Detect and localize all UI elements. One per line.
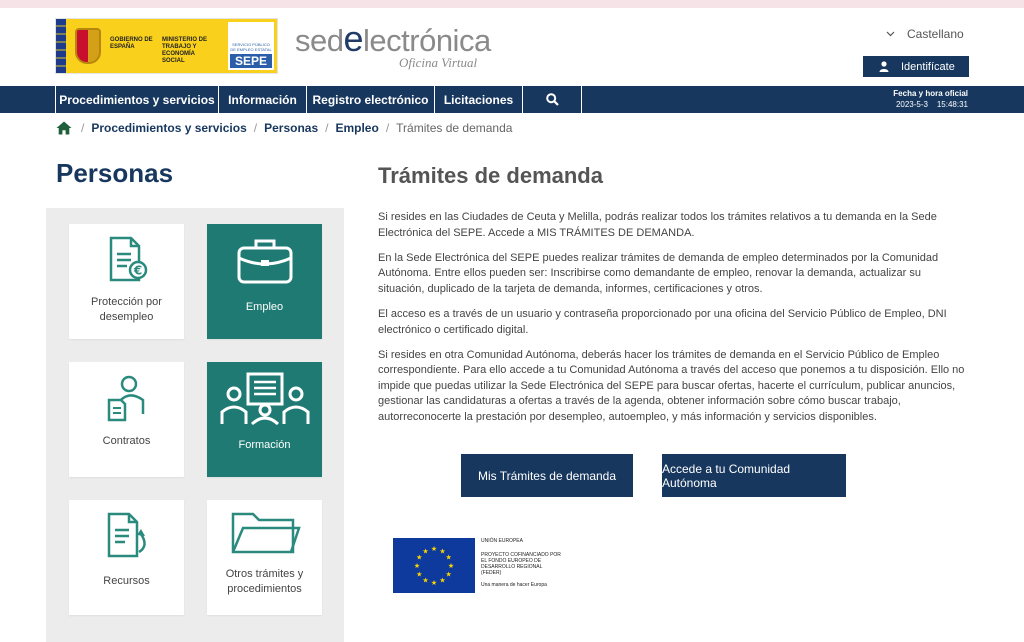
search-icon [545, 93, 559, 106]
sepe-logo: SERVICIO PÚBLICO DE EMPLEO ESTATAL SEPE [228, 22, 274, 70]
nav-item-registro[interactable]: Registro electrónico [306, 86, 434, 113]
card-otros-tramites[interactable]: Otros trámites y procedimientos [207, 500, 322, 615]
category-grid: € Protección por desempleo Empleo Contra… [46, 208, 344, 642]
eu-feder-logo: ★ ★ ★ ★ ★ ★ ★ ★ ★ ★ ★ ★ UNIÓN EUROPEA PROYECTO COFI… [393, 538, 561, 593]
eu-star-icon: ★ [416, 571, 422, 579]
site-header: GOBIERNO DE ESPAÑA MINISTERIO DE TRABAJO… [0, 8, 1024, 86]
paragraph: En la Sede Electrónica del SEPE puedes r… [378, 251, 939, 295]
sepe-small-text: SERVICIO PÚBLICO DE EMPLEO ESTATAL [230, 42, 272, 52]
eu-line1: UNIÓN EUROPEA [481, 538, 523, 544]
eu-text: UNIÓN EUROPEA PROYECTO COFINANCIADO POR … [481, 538, 561, 588]
datetime-label: Fecha y hora oficial [893, 89, 968, 98]
sede-subtitle: Oficina Virtual [399, 55, 478, 70]
classroom-icon [220, 372, 309, 426]
card-recursos[interactable]: Recursos [69, 500, 184, 615]
eu-line3: Una manera de hacer Europa [481, 582, 547, 588]
eu-star-icon: ★ [439, 577, 445, 585]
login-label: Identifícate [901, 60, 955, 73]
eu-star-icon: ★ [431, 579, 437, 587]
datetime-value: 2023-5-3 15:48:31 [895, 100, 968, 109]
card-label: Recursos [103, 575, 150, 587]
card-formacion[interactable]: Formación [207, 362, 322, 477]
eu-star-icon: ★ [422, 547, 428, 555]
card-empleo[interactable]: Empleo [207, 224, 322, 339]
paragraph: El acceso es a través de un usuario y co… [378, 307, 947, 336]
nav-item-procedimientos[interactable]: Procedimientos y servicios [55, 86, 218, 113]
coat-of-arms-icon [66, 19, 110, 73]
paragraph: Si resides en otra Comunidad Autónoma, d… [378, 348, 965, 424]
eu-line2: PROYECTO COFINANCIADO POR EL FONDO EUROP… [481, 552, 561, 576]
section-title: Personas [56, 158, 174, 188]
login-button[interactable]: Identifícate [863, 56, 969, 77]
card-label: Otros trámites y procedimientos [225, 568, 304, 595]
language-selector[interactable]: Castellano [886, 27, 964, 41]
nav-items: Procedimientos y servicios Información R… [55, 86, 582, 113]
nav-item-informacion[interactable]: Información [218, 86, 306, 113]
person-document-icon [107, 375, 144, 422]
eu-star-icon: ★ [431, 545, 437, 553]
card-label: Contratos [102, 435, 151, 447]
breadcrumb-separator: / [325, 121, 329, 135]
nav-search-button[interactable] [522, 86, 582, 113]
home-icon[interactable] [56, 121, 72, 135]
breadcrumb-current: Trámites de demanda [396, 121, 513, 135]
main-nav: Procedimientos y servicios Información R… [0, 86, 1024, 113]
sepe-mark: SEPE [230, 54, 272, 68]
paragraph: Si resides en las Ciudades de Ceuta y Me… [378, 211, 937, 239]
breadcrumb-link-personas[interactable]: Personas [264, 121, 318, 135]
comunidad-autonoma-button[interactable]: Accede a tu Comunidad Autónoma [662, 454, 846, 497]
breadcrumb-separator: / [385, 121, 390, 135]
sede-title: sedelectrónica [295, 18, 491, 59]
document-arrow-icon [107, 512, 146, 558]
breadcrumb: / Procedimientos y servicios / Personas … [56, 121, 512, 135]
breadcrumb-separator: / [253, 121, 258, 135]
card-label: Empleo [245, 301, 284, 313]
eu-stars: ★ ★★★★★★★★★★★ [414, 545, 454, 587]
card-label: Protección por desempleo [91, 296, 162, 323]
breadcrumb-link-empleo[interactable]: Empleo [335, 121, 378, 135]
mis-tramites-button[interactable]: Mis Trámites de demanda [461, 454, 633, 497]
card-proteccion-desempleo[interactable]: € Protección por desempleo [69, 224, 184, 339]
ministry-text: MINISTERIO DE TRABAJO Y ECONOMÍA SOCIAL [162, 37, 208, 64]
page-title: Trámites de demanda [378, 163, 603, 188]
eu-star-icon: ★ [448, 562, 454, 570]
eu-star-icon: ★ [446, 554, 452, 562]
sede-electronica-logo[interactable]: sedelectrónica Oficina Virtual [295, 18, 491, 72]
breadcrumb-separator: / [81, 121, 85, 135]
language-label: Castellano [907, 27, 964, 41]
chevron-down-icon [886, 31, 895, 37]
document-euro-icon: € [109, 236, 147, 282]
main-content: Si resides en las Ciudades de Ceuta y Me… [378, 210, 970, 435]
government-logo[interactable]: GOBIERNO DE ESPAÑA MINISTERIO DE TRABAJO… [55, 18, 278, 74]
breadcrumb-link-procedimientos[interactable]: Procedimientos y servicios [91, 121, 246, 135]
eu-stripe [56, 19, 66, 73]
svg-text:€: € [132, 264, 141, 278]
eu-star-icon: ★ [446, 571, 452, 579]
gov-text: GOBIERNO DE ESPAÑA [110, 37, 153, 50]
user-icon [879, 61, 889, 72]
card-label: Formación [238, 439, 291, 451]
eu-star-icon: ★ [414, 562, 420, 570]
eu-flag-icon: ★ ★ ★ ★ ★ ★ ★ ★ ★ ★ ★ ★ [393, 538, 475, 593]
eu-star-icon: ★ [422, 577, 428, 585]
official-datetime: Fecha y hora oficial 2023-5-3 15:48:31 [860, 88, 968, 110]
top-stripe [0, 0, 1024, 8]
nav-item-licitaciones[interactable]: Licitaciones [434, 86, 522, 113]
card-contratos[interactable]: Contratos [69, 362, 184, 477]
briefcase-icon [237, 239, 292, 284]
folder-icon [231, 512, 301, 554]
